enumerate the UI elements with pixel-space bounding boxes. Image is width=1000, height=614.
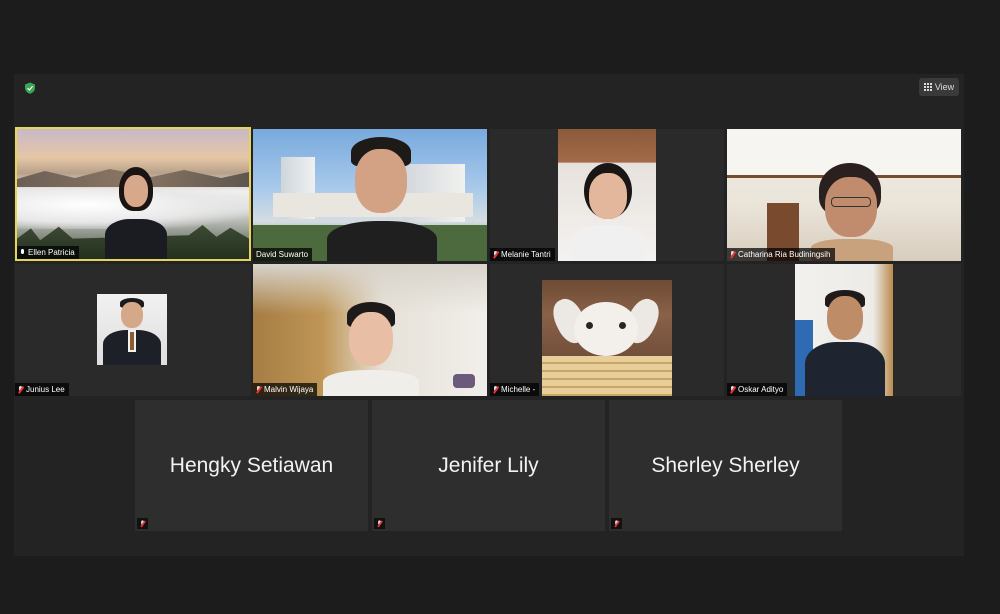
participant-tile[interactable]: David Suwarto <box>253 129 487 261</box>
mic-muted-icon <box>493 385 498 394</box>
video-feed <box>542 280 672 396</box>
participant-tile[interactable]: Michelle - <box>490 264 724 396</box>
participant-display-name: Jenifer Lily <box>438 453 539 477</box>
mic-muted-icon <box>137 518 148 529</box>
mic-muted-icon <box>730 250 735 259</box>
view-button[interactable]: View <box>919 78 959 96</box>
mic-muted-icon <box>493 250 498 259</box>
shield-icon[interactable] <box>24 82 36 94</box>
grid-icon <box>923 83 932 91</box>
mic-muted-icon <box>256 385 261 394</box>
participant-tile[interactable]: Ellen Patricia <box>15 127 251 261</box>
participant-name-label: Catharina Ria Budiningsih <box>727 248 835 261</box>
participant-name: Junius Lee <box>26 385 65 394</box>
participant-name-label: Oskar Adityo <box>727 383 788 396</box>
view-button-label: View <box>934 82 955 92</box>
participant-name-label: Junius Lee <box>15 383 69 396</box>
video-feed <box>558 129 656 261</box>
participant-tile[interactable]: Malvin Wijaya <box>253 264 487 396</box>
video-feed <box>727 129 961 261</box>
mic-muted-icon <box>374 518 385 529</box>
mic-muted-icon <box>730 385 735 394</box>
participant-name: Melanie Tantri <box>501 250 551 259</box>
mic-icon <box>20 248 25 257</box>
participant-tile[interactable]: Melanie Tantri <box>490 129 724 261</box>
participant-name-label: Michelle - <box>490 383 540 396</box>
mic-muted-icon <box>18 385 23 394</box>
participant-display-name: Hengky Setiawan <box>169 453 334 477</box>
participant-tile[interactable]: Sherley Sherley <box>609 400 842 531</box>
video-feed <box>253 129 487 261</box>
participant-tile[interactable]: Catharina Ria Budiningsih <box>727 129 961 261</box>
participant-name: Malvin Wijaya <box>264 385 314 394</box>
participant-name-label: David Suwarto <box>253 248 313 261</box>
participant-tile[interactable]: Oskar Adityo <box>727 264 961 396</box>
participant-tile[interactable]: Jenifer Lily <box>372 400 605 531</box>
video-feed <box>97 294 167 365</box>
participant-name: Michelle - <box>501 385 536 394</box>
participant-name-label: Ellen Patricia <box>17 246 79 259</box>
video-feed <box>17 129 249 259</box>
participant-tile[interactable]: Hengky Setiawan <box>135 400 368 531</box>
participant-name: Oskar Adityo <box>738 385 784 394</box>
participant-display-name: Sherley Sherley <box>651 453 800 477</box>
participant-name: Ellen Patricia <box>28 248 75 257</box>
video-feed <box>253 264 487 396</box>
participant-name: David Suwarto <box>256 250 309 259</box>
participant-name: Catharina Ria Budiningsih <box>738 250 831 259</box>
video-feed <box>795 264 893 396</box>
mic-muted-icon <box>611 518 622 529</box>
participant-tile[interactable]: Junius Lee <box>15 264 251 396</box>
participant-name-label: Melanie Tantri <box>490 248 555 261</box>
participant-name-label: Malvin Wijaya <box>253 383 318 396</box>
